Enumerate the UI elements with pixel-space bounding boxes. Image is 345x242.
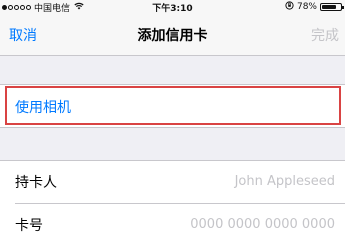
signal-dot <box>8 5 13 10</box>
done-button[interactable]: 完成 <box>311 25 339 45</box>
carrier-name: 中国电信 <box>34 4 71 14</box>
use-camera-row[interactable]: 使用相机 <box>0 84 345 128</box>
signal-dot <box>14 5 19 10</box>
cardholder-row: 持卡人 <box>0 161 345 204</box>
wifi-icon <box>74 2 84 13</box>
card-number-input[interactable] <box>115 213 335 235</box>
signal-dot <box>20 5 25 10</box>
status-bar: 中国电信 下午3:10 78% <box>0 0 345 14</box>
battery-level <box>322 5 337 9</box>
cardholder-input[interactable] <box>115 170 335 192</box>
page-title: 添加信用卡 <box>137 28 208 44</box>
card-number-row: 卡号 <box>0 204 345 242</box>
battery-icon <box>320 3 344 11</box>
orientation-lock-icon <box>285 1 294 13</box>
status-bar-left: 中国电信 <box>2 1 84 14</box>
status-bar-right: 78% <box>285 1 344 13</box>
card-info-form: 持卡人 卡号 <box>0 160 345 242</box>
signal-dot <box>26 5 31 10</box>
navigation-bar: 取消 添加信用卡 完成 <box>0 14 345 56</box>
use-camera-button[interactable]: 使用相机 <box>15 97 71 117</box>
card-number-label: 卡号 <box>15 218 43 234</box>
add-credit-card-screen: 中国电信 下午3:10 78% 取消 添加信用卡 完成 使用相机 持卡人 Joh… <box>0 0 345 242</box>
cardholder-label: 持卡人 <box>15 175 57 191</box>
signal-strength-icon <box>2 5 31 10</box>
battery-percent: 78% <box>296 2 317 12</box>
signal-dot <box>2 5 7 10</box>
